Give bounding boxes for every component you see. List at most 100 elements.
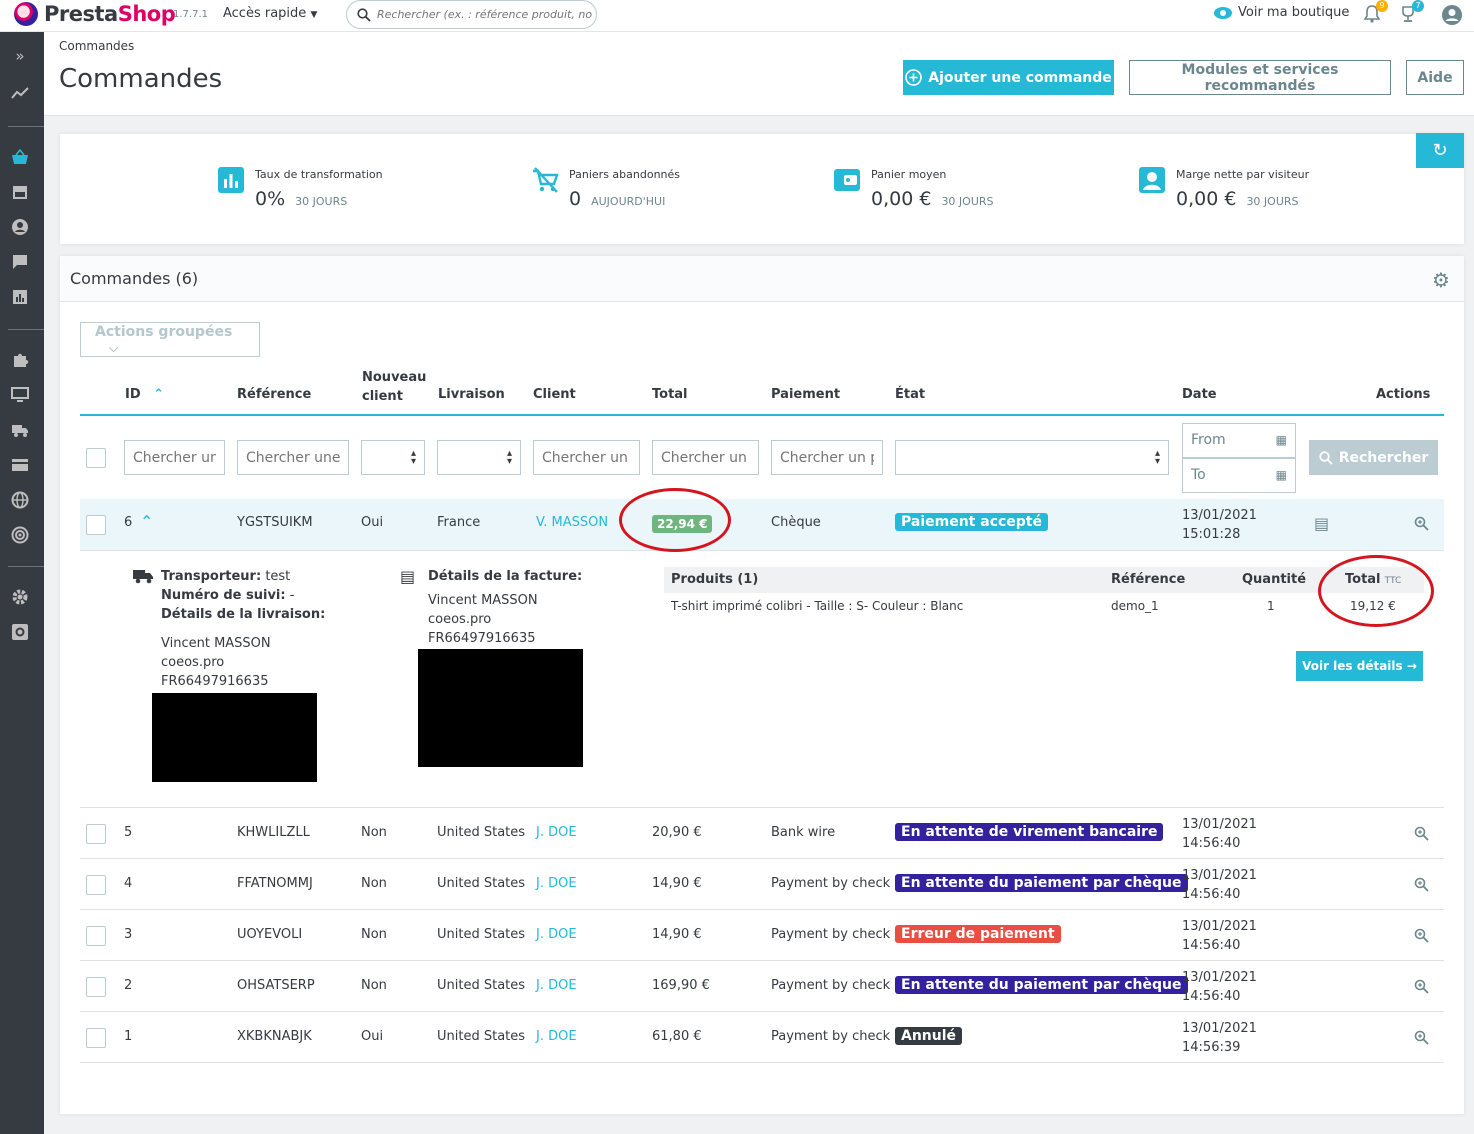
orders-basket-icon[interactable] — [10, 148, 30, 168]
column-reference[interactable]: Référence — [237, 387, 311, 402]
filter-id-input[interactable] — [124, 440, 225, 475]
order-date-time: 14:56:40 — [1182, 938, 1241, 953]
row-checkbox[interactable] — [86, 926, 106, 946]
column-new-client[interactable]: Nouveau client — [362, 368, 426, 406]
view-order-icon[interactable] — [1414, 877, 1430, 893]
row-checkbox[interactable] — [86, 1028, 106, 1048]
filter-client-input[interactable] — [533, 440, 640, 475]
order-client-link[interactable]: J. DOE — [536, 978, 577, 993]
view-order-icon[interactable] — [1414, 1030, 1430, 1046]
column-client[interactable]: Client — [533, 387, 576, 402]
table-row[interactable]: 3 UOYEVOLI Non United States J. DOE 14,9… — [80, 910, 1444, 961]
order-client-link[interactable]: J. DOE — [536, 825, 577, 840]
bulk-actions-dropdown[interactable]: Actions groupées ⌵ — [80, 322, 260, 357]
status-badge[interactable]: Erreur de paiement — [895, 925, 1061, 943]
column-state[interactable]: État — [895, 387, 925, 402]
table-row[interactable]: 6 ⌃ YGSTSUIKM Oui France V. MASSON 22,94… — [80, 499, 1444, 551]
order-payment: Payment by check — [771, 978, 891, 993]
sort-asc-icon[interactable]: ⌃ — [153, 387, 164, 402]
advanced-settings-icon[interactable] — [10, 623, 30, 643]
row-checkbox[interactable] — [86, 824, 106, 844]
view-order-icon[interactable] — [1414, 516, 1430, 532]
status-badge[interactable]: En attente de virement bancaire — [895, 823, 1164, 841]
order-id: 1 — [124, 1029, 133, 1044]
order-payment: Payment by check — [771, 1029, 891, 1044]
row-checkbox[interactable] — [86, 875, 106, 895]
table-row[interactable]: 5 KHWLILZLL Non United States J. DOE 20,… — [80, 808, 1444, 859]
order-date-time: 14:56:40 — [1182, 887, 1241, 902]
shipping-truck-icon[interactable] — [10, 421, 30, 441]
stats-icon[interactable] — [10, 288, 30, 308]
modules-puzzle-icon[interactable] — [10, 351, 30, 371]
column-total[interactable]: Total — [652, 387, 688, 402]
column-payment[interactable]: Paiement — [771, 387, 840, 402]
order-client-link[interactable]: J. DOE — [536, 1029, 577, 1044]
dashboard-icon[interactable] — [10, 84, 30, 104]
calendar-icon[interactable]: ▦ — [1276, 424, 1287, 457]
status-badge[interactable]: Paiement accepté — [895, 513, 1048, 531]
filter-new-client-select[interactable]: ▴ ▾ — [361, 440, 425, 475]
search-filter-button[interactable]: Rechercher — [1309, 440, 1438, 475]
column-date[interactable]: Date — [1182, 387, 1217, 402]
status-badge[interactable]: En attente du paiement par chèque — [895, 976, 1188, 994]
order-payment: Chèque — [771, 515, 821, 530]
user-account-button[interactable] — [1441, 4, 1463, 26]
view-details-button[interactable]: Voir les détails → — [1296, 651, 1423, 681]
invoice-document-icon[interactable]: ▤ — [1314, 514, 1329, 533]
calendar-icon[interactable]: ▦ — [1276, 459, 1287, 492]
row-checkbox[interactable] — [86, 977, 106, 997]
order-total: 61,80 € — [652, 1029, 702, 1044]
breadcrumb[interactable]: Commandes — [59, 39, 134, 53]
customers-icon[interactable] — [10, 218, 30, 238]
filter-delivery-select[interactable]: ▴ ▾ — [437, 440, 521, 475]
column-delivery[interactable]: Livraison — [438, 387, 505, 402]
order-client-link[interactable]: V. MASSON — [536, 515, 608, 530]
row-checkbox[interactable] — [86, 515, 106, 535]
messages-icon[interactable] — [10, 253, 30, 273]
user-icon — [1139, 167, 1165, 193]
column-id[interactable]: ID ⌃ — [125, 387, 164, 402]
notifications-bell[interactable]: 9 — [1362, 0, 1388, 26]
gear-icon[interactable]: ⚙ — [1432, 270, 1452, 290]
add-order-button[interactable]: Ajouter une commande — [903, 60, 1114, 95]
status-badge[interactable]: Annulé — [895, 1027, 963, 1045]
collapse-menu-icon[interactable]: » — [10, 46, 30, 66]
select-all-checkbox[interactable] — [86, 448, 106, 468]
filter-payment-input[interactable] — [771, 440, 883, 475]
order-client-link[interactable]: J. DOE — [536, 927, 577, 942]
global-search[interactable] — [346, 0, 597, 29]
collapse-chevron-icon[interactable]: ⌃ — [140, 512, 153, 531]
quick-access-dropdown[interactable]: Accès rapide ▼ — [223, 6, 317, 21]
trophy-button[interactable]: 7 — [1398, 0, 1424, 26]
design-monitor-icon[interactable] — [10, 386, 30, 406]
table-row[interactable]: 2 OHSATSERP Non United States J. DOE 169… — [80, 961, 1444, 1012]
catalog-store-icon[interactable] — [10, 183, 30, 203]
kpi-number: 0% — [255, 188, 286, 210]
help-button[interactable]: Aide — [1406, 60, 1464, 95]
view-order-icon[interactable] — [1414, 826, 1430, 842]
view-order-icon[interactable] — [1414, 928, 1430, 944]
recommended-modules-button[interactable]: Modules et services recommandés — [1129, 60, 1391, 95]
kpi-value: 0% 30 JOURS — [255, 188, 347, 210]
wallet-icon — [834, 169, 860, 191]
order-id: 3 — [124, 927, 133, 942]
marketing-target-icon[interactable] — [10, 526, 30, 546]
payment-card-icon[interactable] — [10, 456, 30, 476]
status-badge[interactable]: En attente du paiement par chèque — [895, 874, 1188, 892]
filter-total-input[interactable] — [652, 440, 759, 475]
prestashop-logo[interactable]: PrestaShop — [14, 2, 176, 26]
filter-date-to[interactable]: To ▦ — [1182, 458, 1296, 493]
logo-text-shop: Shop — [117, 2, 176, 26]
filter-date-from[interactable]: From ▦ — [1182, 423, 1296, 458]
table-row[interactable]: 4 FFATNOMMJ Non United States J. DOE 14,… — [80, 859, 1444, 910]
refresh-kpi-button[interactable]: ↻ — [1416, 133, 1464, 168]
view-order-icon[interactable] — [1414, 979, 1430, 995]
international-globe-icon[interactable] — [10, 491, 30, 511]
filter-reference-input[interactable] — [237, 440, 349, 475]
view-shop-link[interactable]: Voir ma boutique — [1214, 5, 1349, 20]
settings-gear-icon[interactable] — [10, 588, 30, 608]
global-search-input[interactable] — [377, 8, 592, 21]
filter-state-select[interactable]: ▴ ▾ — [895, 440, 1169, 475]
order-client-link[interactable]: J. DOE — [536, 876, 577, 891]
table-row[interactable]: 1 XKBKNABJK Oui United States J. DOE 61,… — [80, 1012, 1444, 1063]
